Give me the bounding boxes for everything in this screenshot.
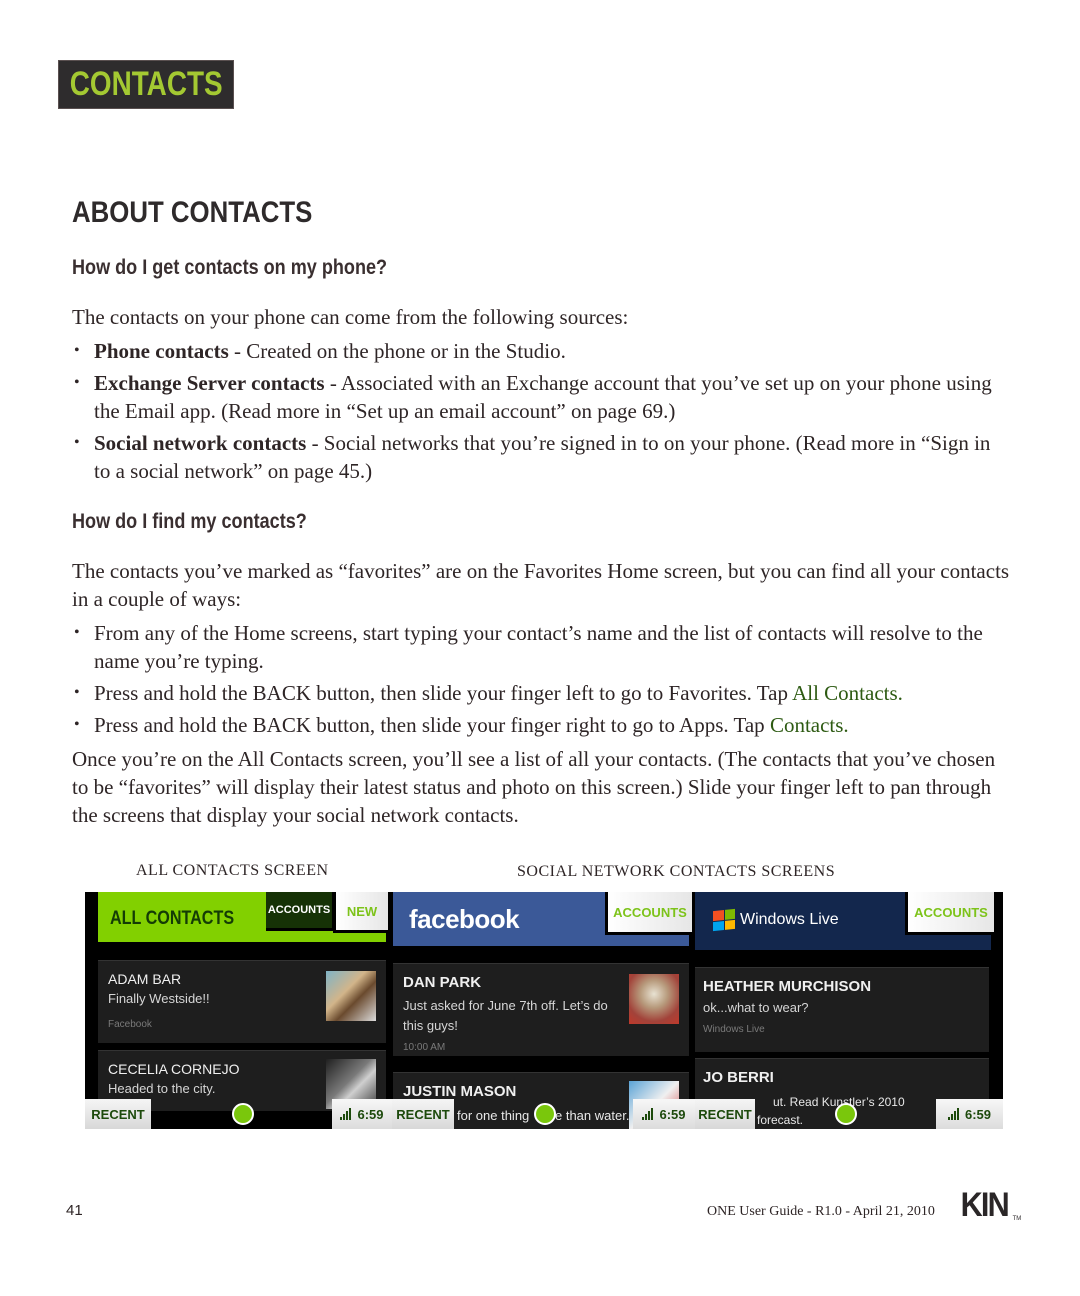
contact-card[interactable]: ADAM BAR Finally Westside!! Facebook — [98, 960, 386, 1043]
kin-logo: KIN TM — [958, 1186, 1022, 1224]
contact-name: DAN PARK — [403, 974, 482, 991]
facebook-screen: facebook ACCOUNTS DAN PARK Just asked fo… — [393, 892, 692, 1129]
trademark-mark: TM — [1012, 1216, 1022, 1222]
question-heading-get-contacts: How do I get contacts on my phone? — [72, 256, 388, 279]
signal-icon — [642, 1108, 654, 1120]
contact-card[interactable]: DAN PARK Just asked for June 7th off. Le… — [393, 963, 689, 1056]
home-dot-icon[interactable] — [232, 1103, 254, 1125]
list-item: From any of the Home screens, start typi… — [72, 619, 1012, 675]
new-tab[interactable]: NEW — [333, 892, 388, 933]
all-contacts-title: ALL CONTACTS — [110, 908, 235, 929]
bullet-term: Social network contacts — [94, 431, 307, 455]
contacts-link[interactable]: Contacts. — [770, 713, 849, 737]
bullet-term: Phone contacts — [94, 339, 229, 363]
list-item: Social network contacts - Social network… — [72, 429, 1012, 485]
contact-status: ok...what to wear? — [703, 1000, 809, 1015]
recent-button[interactable]: RECENT — [695, 1099, 755, 1129]
contact-name: CECELIA CORNEJO — [108, 1061, 240, 1077]
contact-name: ADAM BAR — [108, 971, 182, 987]
bottom-bars: RECENT 6:59 RECENT 6:59 RECENT 6:59 — [85, 1099, 1003, 1129]
page-heading: ABOUT CONTACTS — [72, 196, 313, 229]
contact-name: HEATHER MURCHISON — [703, 978, 872, 995]
home-dot-icon[interactable] — [835, 1103, 857, 1125]
status-clock: 6:59 — [936, 1099, 1003, 1129]
contact-status: Headed to the city. — [108, 1081, 216, 1096]
status-clock: 6:59 — [332, 1099, 392, 1129]
status-clock: 6:59 — [633, 1099, 695, 1129]
section-badge: CONTACTS — [58, 60, 234, 109]
recent-button[interactable]: RECENT — [85, 1099, 151, 1129]
all-contacts-link[interactable]: All Contacts. — [792, 681, 903, 705]
list-item: Exchange Server contacts - Associated wi… — [72, 369, 1012, 425]
bullet-term: Exchange Server contacts — [94, 371, 325, 395]
accounts-tab[interactable]: ACCOUNTS — [905, 892, 994, 935]
facebook-logo: facebook — [409, 904, 520, 934]
find-intro-paragraph: The contacts you’ve marked as “favorites… — [72, 559, 1010, 611]
contact-source: Windows Live — [703, 1024, 765, 1035]
accounts-tab[interactable]: ACCOUNTS — [605, 892, 692, 935]
question-heading-find-contacts: How do I find my contacts? — [72, 510, 307, 533]
contact-name: JO BERRI — [703, 1069, 774, 1086]
contact-time: 10:00 AM — [403, 1042, 446, 1053]
list-item: Press and hold the BACK button, then sli… — [72, 711, 1012, 739]
windows-flag-icon — [713, 908, 735, 932]
accounts-tab[interactable]: ACCOUNTS — [266, 892, 335, 931]
contact-card[interactable]: HEATHER MURCHISON ok...what to wear? Win… — [695, 967, 989, 1052]
contact-status: Just asked for June 7th off. Let’s do th… — [403, 998, 608, 1033]
section-title: CONTACTS — [69, 65, 223, 103]
phone-screenshots: ALL CONTACTS ACCOUNTS NEW ADAM BAR Final… — [85, 892, 1003, 1129]
caption-all-contacts: ALL CONTACTS SCREEN — [136, 862, 329, 879]
contact-name: JUSTIN MASON — [403, 1083, 517, 1100]
page-number: 41 — [66, 1202, 83, 1219]
kin-logo-text: KIN — [960, 1186, 1010, 1224]
contact-status: Finally Westside!! — [108, 991, 210, 1006]
list-item: Press and hold the BACK button, then sli… — [72, 679, 1012, 707]
intro-paragraph: The contacts on your phone can come from… — [72, 305, 629, 329]
footer-guide-text: ONE User Guide - R1.0 - April 21, 2010 — [707, 1204, 935, 1219]
contact-avatar — [629, 974, 679, 1024]
bullet-text: Press and hold the BACK button, then sli… — [94, 713, 770, 737]
contact-avatar — [326, 971, 376, 1021]
windows-live-title: Windows Live — [740, 911, 839, 928]
outro-paragraph: Once you’re on the All Contacts screen, … — [72, 747, 996, 827]
home-dot-icon[interactable] — [534, 1103, 556, 1125]
all-contacts-screen: ALL CONTACTS ACCOUNTS NEW ADAM BAR Final… — [85, 892, 388, 1129]
bullet-text: From any of the Home screens, start typi… — [94, 621, 983, 673]
contact-source: Facebook — [108, 1019, 152, 1030]
list-item: Phone contacts - Created on the phone or… — [72, 337, 1012, 365]
find-methods-list: From any of the Home screens, start typi… — [72, 619, 1012, 743]
clock-time: 6:59 — [357, 1106, 384, 1122]
windows-live-logo: Windows Live — [713, 908, 839, 932]
bullet-text: - Created on the phone or in the Studio. — [228, 339, 566, 363]
clock-time: 6:59 — [964, 1106, 992, 1122]
clock-time: 6:59 — [659, 1106, 686, 1122]
sources-list: Phone contacts - Created on the phone or… — [72, 337, 1012, 489]
signal-icon — [947, 1108, 959, 1120]
recent-button[interactable]: RECENT — [392, 1099, 454, 1129]
windows-live-screen: Windows Live ACCOUNTS HEATHER MURCHISON … — [695, 892, 1003, 1129]
bullet-text: Press and hold the BACK button, then sli… — [94, 681, 793, 705]
signal-icon — [340, 1108, 352, 1120]
caption-social-screens: SOCIAL NETWORK CONTACTS SCREENS — [517, 863, 836, 880]
